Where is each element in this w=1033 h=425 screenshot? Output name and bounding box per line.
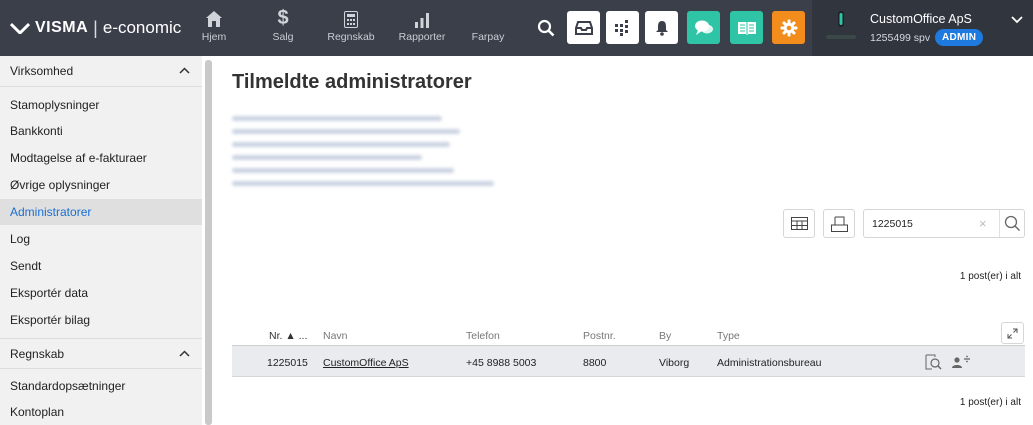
chat-button[interactable] [687,11,720,44]
column-header-by[interactable]: By [659,330,671,342]
sidebar-item-administratorer[interactable]: Administratorer [0,199,202,225]
remove-user-icon[interactable] [951,354,971,369]
settings-button[interactable] [772,11,805,44]
sidebar-item-bankkonti[interactable]: Bankkonti [0,118,202,144]
print-button[interactable] [823,209,855,238]
bar-chart-icon [415,13,429,28]
print-icon [830,216,848,232]
column-header-navn[interactable]: Navn [323,330,348,342]
book-icon [737,22,756,35]
search-field[interactable]: 1225015 × [863,209,1025,238]
view-details-icon[interactable] [925,354,942,370]
result-count-top: 1 post(er) i alt [959,271,1021,282]
apps-button[interactable] [606,11,639,44]
nav-farpay[interactable]: Farpay [468,6,508,50]
nav-salg[interactable]: $ Salg [266,6,300,50]
sidebar-item-e-fakturaer[interactable]: Modtagelse af e-fakturaer [0,145,202,171]
top-bar: VISMA | e-conomic Hjem $ Salg Regnskab R… [0,0,1033,56]
page-title: Tilmeldte administratorer [232,71,472,93]
sidebar-item-stamoplysninger[interactable]: Stamoplysninger [0,92,202,118]
company-avatar [826,11,856,39]
sidebar-section-virksomhed[interactable]: Virksomhed [0,56,202,87]
help-book-button[interactable] [730,11,763,44]
nav-hjem[interactable]: Hjem [196,6,232,50]
brand-separator: | [93,17,98,38]
dollar-icon: $ [277,7,289,29]
result-count-bottom: 1 post(er) i alt [959,397,1021,408]
sidebar-item-eksporter-bilag[interactable]: Eksportér bilag [0,307,202,333]
cell-by: Viborg [659,357,690,369]
company-switcher[interactable]: CustomOffice ApS 1255499 spv ADMIN [812,0,1033,56]
inbox-icon [574,20,593,35]
bell-icon [655,20,668,36]
inbox-button[interactable] [567,11,600,44]
sidebar-item-eksporter-data[interactable]: Eksportér data [0,280,202,306]
search-icon [537,19,554,36]
search-button[interactable] [529,11,562,44]
sidebar-section-title: Regnskab [10,346,65,361]
chevron-up-icon [179,350,190,357]
sidebar-section-regnskab[interactable]: Regnskab [0,338,202,369]
column-header-postnr[interactable]: Postnr. [583,330,616,342]
cell-postnr: 8800 [583,357,607,369]
chevron-down-icon [1011,16,1023,24]
search-icon[interactable] [1004,215,1021,232]
sidebar-item-kontoplan[interactable]: Kontoplan [0,399,202,425]
calculator-icon [344,11,358,28]
nav-label: Farpay [471,31,505,43]
cell-navn-link[interactable]: CustomOffice ApS [323,357,409,369]
brand-logo[interactable]: VISMA | e-conomic [10,15,181,41]
gear-icon [780,19,797,36]
cell-nr: 1225015 [267,357,308,369]
notifications-button[interactable] [645,11,678,44]
sidebar-item-standardopsaetninger[interactable]: Standardopsætninger [0,373,202,399]
cell-telefon: +45 8988 5003 [466,357,537,369]
column-header-telefon[interactable]: Telefon [466,330,500,342]
brand-product: e-conomic [102,18,182,37]
search-input[interactable]: 1225015 [872,218,913,230]
table-icon [790,217,808,230]
nav-label: Salg [272,31,294,43]
nav-label: Rapporter [398,31,446,43]
column-settings-button[interactable] [783,209,815,238]
expand-table-button[interactable] [1001,322,1024,344]
column-header-nr[interactable]: Nr. ▲ ... [269,330,307,342]
chevron-up-icon [179,67,190,74]
cell-type: Administrationsbureau [717,357,822,369]
role-badge: ADMIN [935,29,984,46]
nav-rapporter[interactable]: Rapporter [393,6,451,50]
nav-label: Hjem [201,31,227,43]
column-header-type[interactable]: Type [717,330,740,342]
sidebar-item-sendt[interactable]: Sendt [0,253,202,279]
search-divider [999,210,1000,237]
sidebar-scrollbar[interactable] [205,60,212,425]
brand-name: VISMA [35,19,89,36]
nav-regnskab[interactable]: Regnskab [324,6,378,50]
visma-chevron-icon [10,22,30,34]
company-subtitle: 1255499 spv [870,32,931,44]
apps-icon [614,19,628,36]
company-name: CustomOffice ApS [870,12,972,26]
home-icon [206,11,222,27]
sidebar-item-oevrige-oplysninger[interactable]: Øvrige oplysninger [0,172,202,198]
sidebar-item-log[interactable]: Log [0,226,202,252]
nav-label: Regnskab [327,31,375,43]
chat-icon [694,20,713,35]
expand-icon [1007,328,1018,338]
clear-search-icon[interactable]: × [979,216,987,231]
sidebar-section-title: Virksomhed [10,64,74,78]
sidebar: Virksomhed Stamoplysninger Bankkonti Mod… [0,56,202,425]
